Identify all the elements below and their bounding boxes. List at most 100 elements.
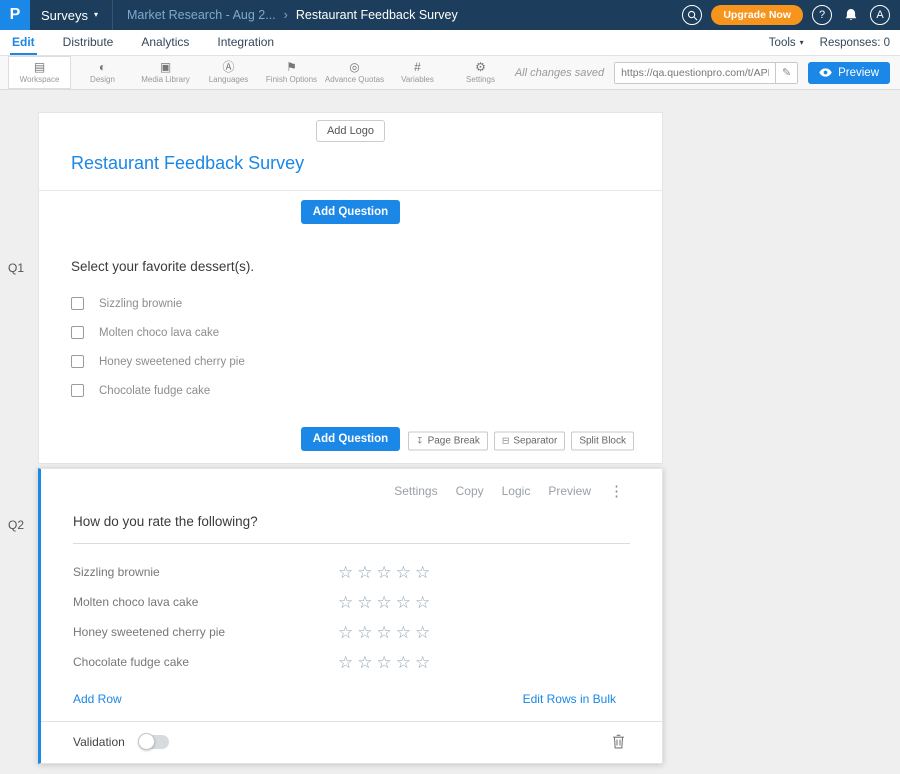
validation-label: Validation xyxy=(73,735,125,749)
checkbox[interactable] xyxy=(71,355,84,368)
rating-stars: ☆☆☆☆☆ xyxy=(338,624,430,641)
variables-icon: # xyxy=(414,61,421,74)
delete-question-button[interactable] xyxy=(612,734,625,749)
toolbar-item-advance-quotas[interactable]: ◎ Advance Quotas xyxy=(323,56,386,89)
surveys-menu[interactable]: Surveys ▾ xyxy=(30,0,113,30)
star-icon[interactable]: ☆ xyxy=(377,624,392,641)
question-1-block: Select your favorite dessert(s). Sizzlin… xyxy=(39,233,662,419)
star-icon[interactable]: ☆ xyxy=(396,564,411,581)
question-1-text[interactable]: Select your favorite dessert(s). xyxy=(71,259,630,274)
settings-gear-icon: ⚙ xyxy=(475,61,486,74)
media-library-icon: ▣ xyxy=(160,61,171,74)
add-question-button[interactable]: Add Question xyxy=(301,200,400,224)
question-copy-button[interactable]: Copy xyxy=(456,484,484,498)
star-icon[interactable]: ☆ xyxy=(377,564,392,581)
tab-edit[interactable]: Edit xyxy=(10,30,37,55)
surveys-menu-label: Surveys xyxy=(41,8,88,23)
advance-quotas-icon: ◎ xyxy=(349,61,359,74)
option-label[interactable]: Honey sweetened cherry pie xyxy=(99,356,245,368)
toolbar-item-workspace[interactable]: ▤ Workspace xyxy=(8,56,71,89)
star-icon[interactable]: ☆ xyxy=(396,624,411,641)
checkbox[interactable] xyxy=(71,326,84,339)
star-icon[interactable]: ☆ xyxy=(357,564,372,581)
add-logo-button[interactable]: Add Logo xyxy=(316,120,385,142)
star-icon[interactable]: ☆ xyxy=(338,624,353,641)
breadcrumb-folder[interactable]: Market Research - Aug 2... xyxy=(127,8,276,22)
rating-row-label[interactable]: Sizzling brownie xyxy=(73,565,338,579)
chevron-down-icon: ▾ xyxy=(94,11,98,19)
logo-row: Add Logo xyxy=(39,113,662,149)
page-break-label: Page Break xyxy=(428,436,480,447)
star-icon[interactable]: ☆ xyxy=(338,594,353,611)
block-right-actions: ↧ Page Break ⊟ Separator Split Block xyxy=(408,432,634,451)
toolbar-item-finish-options[interactable]: ⚑ Finish Options xyxy=(260,56,323,89)
toolbar-item-media-library[interactable]: ▣ Media Library xyxy=(134,56,197,89)
toolbar-item-label: Variables xyxy=(401,75,434,84)
upgrade-now-button[interactable]: Upgrade Now xyxy=(711,5,803,25)
rating-row-label[interactable]: Molten choco lava cake xyxy=(73,595,338,609)
separator-icon: ⊟ xyxy=(502,437,510,446)
avatar[interactable]: A xyxy=(870,5,890,25)
tab-analytics[interactable]: Analytics xyxy=(139,30,191,55)
survey-url-input[interactable] xyxy=(615,63,775,83)
edit-url-pencil-icon[interactable]: ✎ xyxy=(775,63,797,83)
question-2-text[interactable]: How do you rate the following? xyxy=(73,514,630,544)
rating-row: Molten choco lava cake ☆☆☆☆☆ xyxy=(73,587,630,617)
option-label[interactable]: Sizzling brownie xyxy=(99,298,182,310)
option-label[interactable]: Molten choco lava cake xyxy=(99,327,219,339)
star-icon[interactable]: ☆ xyxy=(415,654,430,671)
question-settings-button[interactable]: Settings xyxy=(394,484,437,498)
star-icon[interactable]: ☆ xyxy=(338,654,353,671)
star-icon[interactable]: ☆ xyxy=(415,594,430,611)
star-icon[interactable]: ☆ xyxy=(338,564,353,581)
toolbar-item-settings[interactable]: ⚙ Settings xyxy=(449,56,512,89)
star-icon[interactable]: ☆ xyxy=(415,564,430,581)
option-label[interactable]: Chocolate fudge cake xyxy=(99,385,210,397)
add-question-button[interactable]: Add Question xyxy=(301,427,400,451)
star-icon[interactable]: ☆ xyxy=(357,654,372,671)
page-break-button[interactable]: ↧ Page Break xyxy=(408,432,488,451)
question-preview-button[interactable]: Preview xyxy=(548,484,591,498)
toggle-knob xyxy=(138,733,155,750)
toolbar-item-languages[interactable]: Ⓐ Languages xyxy=(197,56,260,89)
tab-distribute[interactable]: Distribute xyxy=(61,30,116,55)
toolbar-item-variables[interactable]: # Variables xyxy=(386,56,449,89)
star-icon[interactable]: ☆ xyxy=(415,624,430,641)
rating-row-label[interactable]: Honey sweetened cherry pie xyxy=(73,625,338,639)
tabs-right-group: Tools ▾ Responses: 0 xyxy=(769,30,890,55)
star-icon[interactable]: ☆ xyxy=(396,594,411,611)
checkbox[interactable] xyxy=(71,297,84,310)
design-icon: ◐ xyxy=(99,61,106,74)
preview-button[interactable]: Preview xyxy=(808,62,890,84)
survey-title[interactable]: Restaurant Feedback Survey xyxy=(39,149,662,190)
star-icon[interactable]: ☆ xyxy=(357,624,372,641)
questionpro-logo[interactable]: P xyxy=(0,0,30,30)
checkbox[interactable] xyxy=(71,384,84,397)
star-icon[interactable]: ☆ xyxy=(357,594,372,611)
edit-rows-in-bulk-link[interactable]: Edit Rows in Bulk xyxy=(523,692,616,706)
more-options-icon[interactable]: ⋮ xyxy=(609,482,624,500)
separator-button[interactable]: ⊟ Separator xyxy=(494,432,565,451)
tools-menu[interactable]: Tools ▾ xyxy=(769,37,804,49)
toolbar-item-label: Design xyxy=(90,75,115,84)
tools-menu-label: Tools xyxy=(769,37,796,49)
rating-row-label[interactable]: Chocolate fudge cake xyxy=(73,655,338,669)
add-row-link[interactable]: Add Row xyxy=(73,692,122,706)
search-button[interactable] xyxy=(682,5,702,25)
tab-integration[interactable]: Integration xyxy=(215,30,276,55)
question-2-title-wrap: How do you rate the following? xyxy=(41,500,662,544)
split-block-button[interactable]: Split Block xyxy=(571,432,634,451)
star-icon[interactable]: ☆ xyxy=(396,654,411,671)
validation-toggle[interactable] xyxy=(139,735,169,749)
star-icon[interactable]: ☆ xyxy=(377,654,392,671)
bell-icon xyxy=(844,8,858,22)
finish-options-icon: ⚑ xyxy=(286,61,297,74)
checkbox-option: Chocolate fudge cake xyxy=(71,384,630,397)
checkbox-option: Honey sweetened cherry pie xyxy=(71,355,630,368)
question-logic-button[interactable]: Logic xyxy=(502,484,531,498)
block-actions-row: Add Question ↧ Page Break ⊟ Separator Sp… xyxy=(39,419,662,463)
star-icon[interactable]: ☆ xyxy=(377,594,392,611)
notifications-button[interactable] xyxy=(841,5,861,25)
help-button[interactable]: ? xyxy=(812,5,832,25)
toolbar-item-design[interactable]: ◐ Design xyxy=(71,56,134,89)
